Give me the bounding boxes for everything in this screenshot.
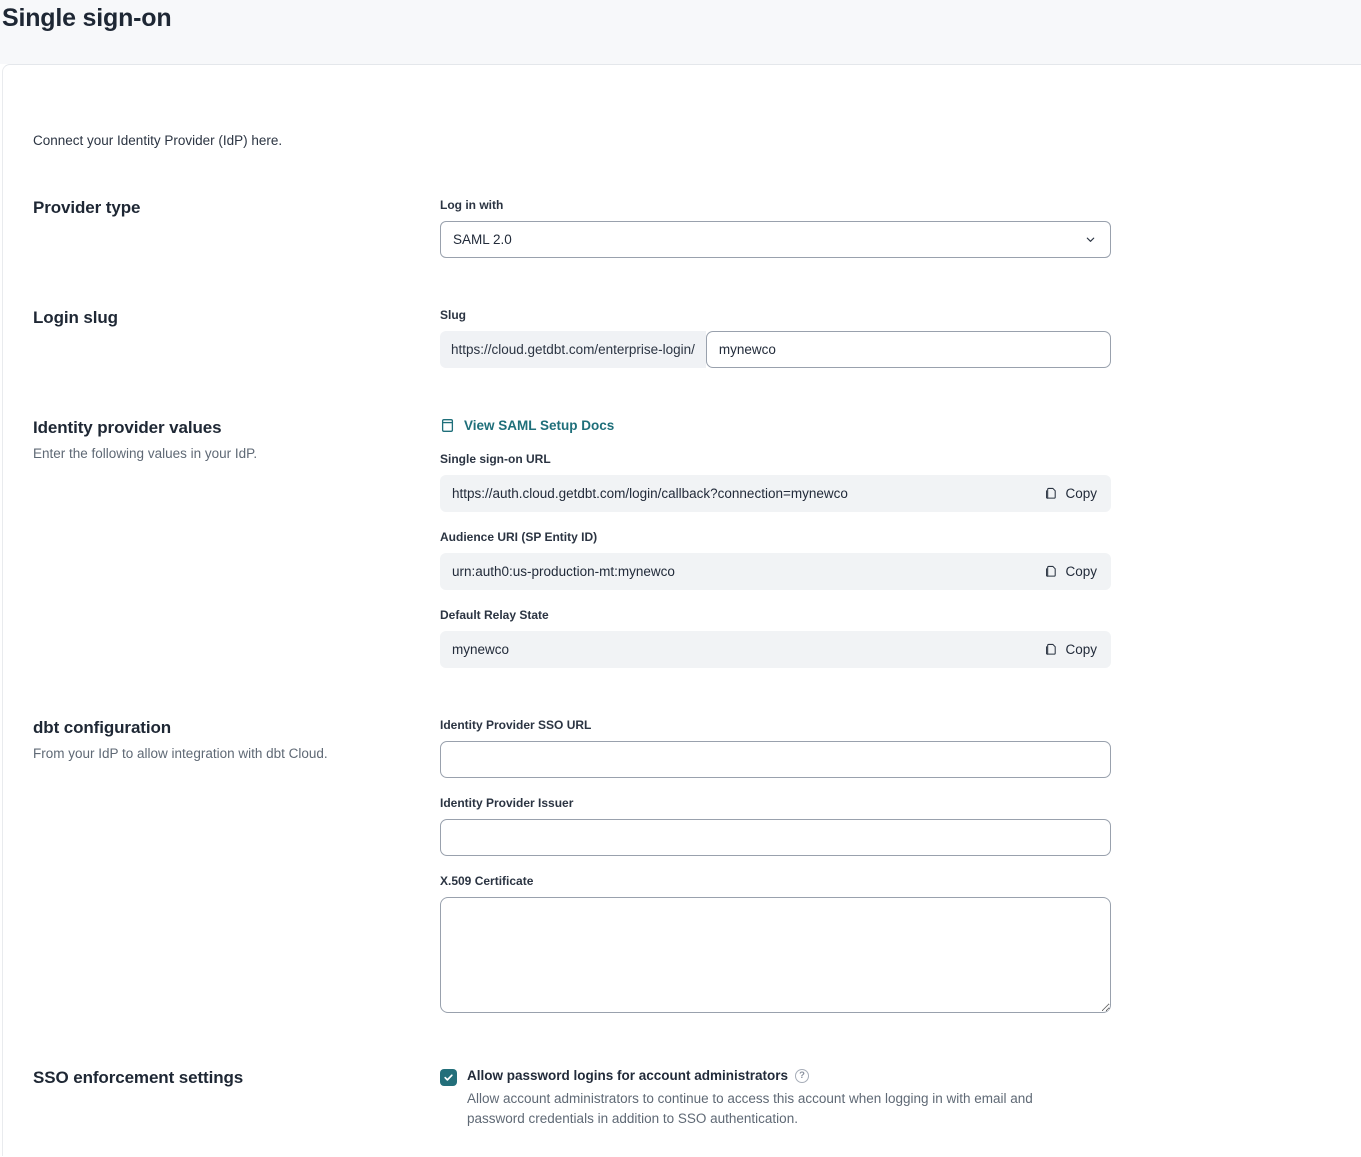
slug-url-prefix: https://cloud.getdbt.com/enterprise-logi… xyxy=(440,331,706,368)
x509-certificate-label: X.509 Certificate xyxy=(440,874,1111,888)
section-idp-values: Identity provider values Enter the follo… xyxy=(33,418,1361,668)
copy-icon xyxy=(1044,642,1058,657)
login-with-label: Log in with xyxy=(440,198,1111,212)
sso-enforcement-heading: SSO enforcement settings xyxy=(33,1068,420,1088)
slug-label: Slug xyxy=(440,308,1111,322)
login-slug-heading: Login slug xyxy=(33,308,420,328)
idp-issuer-field-group: Identity Provider Issuer xyxy=(440,796,1111,856)
idp-issuer-label: Identity Provider Issuer xyxy=(440,796,1111,810)
sso-url-label: Single sign-on URL xyxy=(440,452,1111,466)
audience-uri-value: urn:auth0:us-production-mt:mynewco xyxy=(452,564,675,579)
allow-password-logins-row: Allow password logins for account admini… xyxy=(440,1068,1111,1129)
login-with-select[interactable]: SAML 2.0 xyxy=(440,221,1111,258)
provider-type-heading: Provider type xyxy=(33,198,420,218)
sso-settings-card: Connect your Identity Provider (IdP) her… xyxy=(2,64,1361,1156)
relay-state-copy-field: mynewco Copy xyxy=(440,631,1111,668)
allow-password-logins-label: Allow password logins for account admini… xyxy=(467,1068,788,1083)
idp-sso-url-field-group: Identity Provider SSO URL xyxy=(440,718,1111,778)
copy-button-label: Copy xyxy=(1065,486,1097,501)
slug-input[interactable] xyxy=(706,331,1111,368)
saml-docs-link[interactable]: View SAML Setup Docs xyxy=(440,418,1111,433)
allow-password-logins-checkbox[interactable] xyxy=(440,1069,457,1086)
idp-sso-url-input[interactable] xyxy=(440,741,1111,778)
x509-certificate-field-group: X.509 Certificate xyxy=(440,874,1111,1018)
copy-icon xyxy=(1044,564,1058,579)
chevron-down-icon xyxy=(1085,234,1096,245)
copy-icon xyxy=(1044,486,1058,501)
relay-state-copy-button[interactable]: Copy xyxy=(1044,642,1097,657)
section-provider-type: Provider type Log in with SAML 2.0 xyxy=(33,198,1361,258)
x509-certificate-textarea[interactable] xyxy=(440,897,1111,1013)
idp-sso-url-label: Identity Provider SSO URL xyxy=(440,718,1111,732)
sso-url-copy-field: https://auth.cloud.getdbt.com/login/call… xyxy=(440,475,1111,512)
saml-docs-link-label: View SAML Setup Docs xyxy=(464,418,614,433)
idp-values-subtext: Enter the following values in your IdP. xyxy=(33,446,420,461)
relay-state-value: mynewco xyxy=(452,642,509,657)
slug-field: https://cloud.getdbt.com/enterprise-logi… xyxy=(440,331,1111,368)
sso-url-copy-button[interactable]: Copy xyxy=(1044,486,1097,501)
relay-state-label: Default Relay State xyxy=(440,608,1111,622)
dbt-config-heading: dbt configuration xyxy=(33,718,420,738)
section-login-slug: Login slug Slug https://cloud.getdbt.com… xyxy=(33,308,1361,368)
copy-button-label: Copy xyxy=(1065,564,1097,579)
copy-button-label: Copy xyxy=(1065,642,1097,657)
sso-url-field-group: Single sign-on URL https://auth.cloud.ge… xyxy=(440,452,1111,512)
idp-issuer-input[interactable] xyxy=(440,819,1111,856)
relay-state-field-group: Default Relay State mynewco Copy xyxy=(440,608,1111,668)
login-with-selected-value: SAML 2.0 xyxy=(453,232,512,247)
intro-text: Connect your Identity Provider (IdP) her… xyxy=(33,133,1361,148)
checkmark-icon xyxy=(443,1072,454,1083)
audience-uri-field-group: Audience URI (SP Entity ID) urn:auth0:us… xyxy=(440,530,1111,590)
sso-url-value: https://auth.cloud.getdbt.com/login/call… xyxy=(452,486,848,501)
section-sso-enforcement: SSO enforcement settings Allow password … xyxy=(33,1068,1361,1129)
page-title: Single sign-on xyxy=(2,4,1361,33)
audience-uri-copy-button[interactable]: Copy xyxy=(1044,564,1097,579)
question-circle-icon[interactable]: ? xyxy=(795,1069,809,1083)
section-dbt-configuration: dbt configuration From your IdP to allow… xyxy=(33,718,1361,1018)
allow-password-logins-description: Allow account administrators to continue… xyxy=(467,1089,1092,1129)
document-icon xyxy=(440,418,455,433)
dbt-config-subtext: From your IdP to allow integration with … xyxy=(33,746,420,761)
audience-uri-copy-field: urn:auth0:us-production-mt:mynewco Copy xyxy=(440,553,1111,590)
page-header: Single sign-on xyxy=(0,0,1361,64)
audience-uri-label: Audience URI (SP Entity ID) xyxy=(440,530,1111,544)
idp-values-heading: Identity provider values xyxy=(33,418,420,438)
